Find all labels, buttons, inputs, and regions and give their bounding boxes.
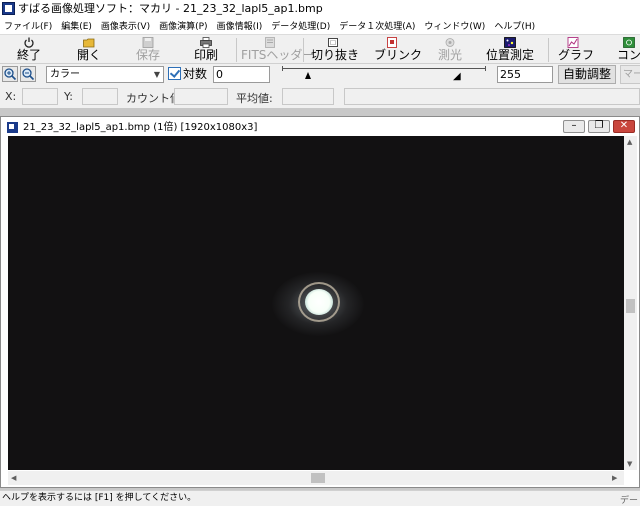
log-scale-label: 対数	[183, 67, 208, 81]
zoom-in-button[interactable]	[2, 66, 18, 82]
min-level-slider-thumb[interactable]	[305, 72, 311, 79]
image-canvas[interactable]	[8, 136, 624, 470]
title-bar: すばる画像処理ソフト：マカリ - 21_23_32_lapl5_ap1.bmp	[0, 0, 640, 17]
vertical-scrollbar[interactable]: ▲ ▼	[624, 136, 637, 470]
print-label: 印刷	[193, 48, 218, 62]
color-mode-value: カラー	[50, 69, 80, 80]
x-value	[22, 88, 58, 105]
image-window-title: 21_23_32_lapl5_ap1.bmp (1倍) [1920x1080x3…	[23, 122, 258, 133]
graph-icon	[567, 37, 579, 48]
menu-info[interactable]: 画像情報(I)	[217, 19, 263, 32]
astrometry-label: 位置測定	[486, 48, 535, 62]
menu-help[interactable]: ヘルプ(H)	[494, 19, 535, 32]
level-slider-track[interactable]	[282, 68, 486, 69]
blink-button[interactable]: ブリンク	[374, 36, 423, 64]
save-label: 保存	[135, 48, 160, 62]
mean-label: 平均値:	[236, 92, 273, 105]
menu-edit[interactable]: 編集(E)	[61, 19, 92, 32]
chevron-down-icon: ▼	[153, 70, 160, 79]
max-level-input[interactable]: 255	[497, 66, 553, 83]
toolbar-separator	[303, 38, 304, 62]
min-level-input[interactable]: 0	[213, 66, 270, 83]
restore-icon: ❐	[594, 120, 604, 131]
vertical-scroll-thumb[interactable]	[626, 299, 635, 313]
menu-file[interactable]: ファイル(F)	[4, 19, 52, 32]
toolbar-separator	[236, 38, 237, 62]
crop-label: 切り抜き	[311, 48, 360, 62]
star-core	[305, 289, 333, 315]
horizontal-scroll-thumb[interactable]	[311, 473, 325, 483]
scroll-left-icon[interactable]: ◀	[11, 474, 16, 482]
crop-icon	[328, 38, 338, 47]
floppy-icon	[142, 37, 154, 48]
fits-header-icon	[265, 37, 275, 48]
fits-header-label: FITSヘッダー	[241, 48, 315, 62]
close-icon: ✕	[619, 120, 629, 131]
photometry-icon	[445, 38, 455, 47]
restore-button[interactable]: ❐	[588, 120, 610, 133]
star-field-icon	[504, 37, 516, 48]
slider-right-tick	[485, 66, 486, 71]
photometry-label: 測光	[437, 48, 462, 62]
open-button[interactable]: 開く	[76, 36, 102, 64]
scroll-right-icon[interactable]: ▶	[612, 474, 617, 482]
blink-icon	[387, 37, 397, 48]
graph-button[interactable]: グラフ	[558, 36, 595, 64]
minimize-button[interactable]: –	[563, 120, 585, 133]
toolbar-separator	[548, 38, 549, 62]
fits-header-button[interactable]: FITSヘッダー	[241, 36, 315, 64]
status-bar: ヘルプを表示するには [F1] を押してください。 デー	[0, 490, 640, 506]
menu-data-primary[interactable]: データ１次処理(A)	[339, 19, 415, 32]
menu-data[interactable]: データ処理(D)	[271, 19, 330, 32]
app-icon	[2, 2, 15, 15]
slider-left-tick	[282, 66, 283, 71]
blink-label: ブリンク	[374, 48, 423, 62]
y-label: Y:	[64, 90, 73, 103]
exit-button[interactable]: 終了	[12, 36, 46, 64]
astrometry-button[interactable]: 位置測定	[486, 36, 534, 64]
image-window-icon	[7, 122, 18, 133]
zoom-in-icon	[4, 68, 17, 81]
x-label: X:	[5, 90, 17, 103]
menu-bar: ファイル(F) 編集(E) 画像表示(V) 画像演算(P) 画像情報(I) デー…	[0, 17, 640, 34]
status-right-text: デー	[620, 496, 639, 506]
menu-process[interactable]: 画像演算(P)	[159, 19, 207, 32]
cursor-readouts: X: Y: カウント値: 平均値:	[0, 86, 640, 108]
mean-value	[282, 88, 334, 105]
status-help-text: ヘルプを表示するには [F1] を押してください。	[2, 493, 197, 503]
log-scale-checkbox[interactable]	[168, 67, 181, 80]
zoom-out-icon	[22, 68, 35, 81]
folder-icon	[83, 38, 95, 48]
horizontal-scrollbar[interactable]: ◀ ▶	[8, 471, 624, 485]
max-level-slider-thumb[interactable]: ◢	[453, 72, 461, 82]
open-label: 開く	[76, 48, 101, 62]
contour-icon	[623, 37, 635, 48]
count-value	[174, 88, 228, 105]
printer-icon	[200, 37, 212, 48]
print-button[interactable]: 印刷	[192, 36, 220, 64]
power-icon	[24, 37, 34, 48]
app-title: すばる画像処理ソフト：マカリ - 21_23_32_lapl5_ap1.bmp	[18, 2, 323, 15]
contour-label: コント	[617, 48, 640, 62]
scroll-down-icon[interactable]: ▼	[627, 460, 632, 468]
auto-adjust-button[interactable]: 自動調整	[558, 65, 616, 84]
menu-view[interactable]: 画像表示(V)	[101, 19, 150, 32]
color-mode-select[interactable]: カラー ▼	[46, 66, 164, 83]
photometry-button[interactable]: 測光	[437, 36, 463, 64]
zoom-out-button[interactable]	[20, 66, 36, 82]
close-button[interactable]: ✕	[613, 120, 635, 133]
menu-window[interactable]: ウィンドウ(W)	[424, 19, 485, 32]
marker-button[interactable]: マー	[620, 65, 640, 84]
graph-label: グラフ	[558, 48, 595, 62]
crop-button[interactable]: 切り抜き	[311, 36, 360, 64]
display-toolbar: カラー ▼ 対数 0 ◢ 255 自動調整 マー	[0, 64, 640, 84]
main-toolbar: 終了 開く 保存 印刷 FITSヘッダー 切り抜き ブリンク 測光 位置測定 グ…	[0, 34, 640, 64]
exit-label: 終了	[16, 48, 41, 62]
scroll-up-icon[interactable]: ▲	[627, 138, 632, 146]
contour-button[interactable]: コント	[617, 36, 640, 64]
minimize-icon: –	[571, 120, 577, 131]
y-value	[82, 88, 118, 105]
save-button[interactable]: 保存	[134, 36, 162, 64]
info-field	[344, 88, 640, 105]
